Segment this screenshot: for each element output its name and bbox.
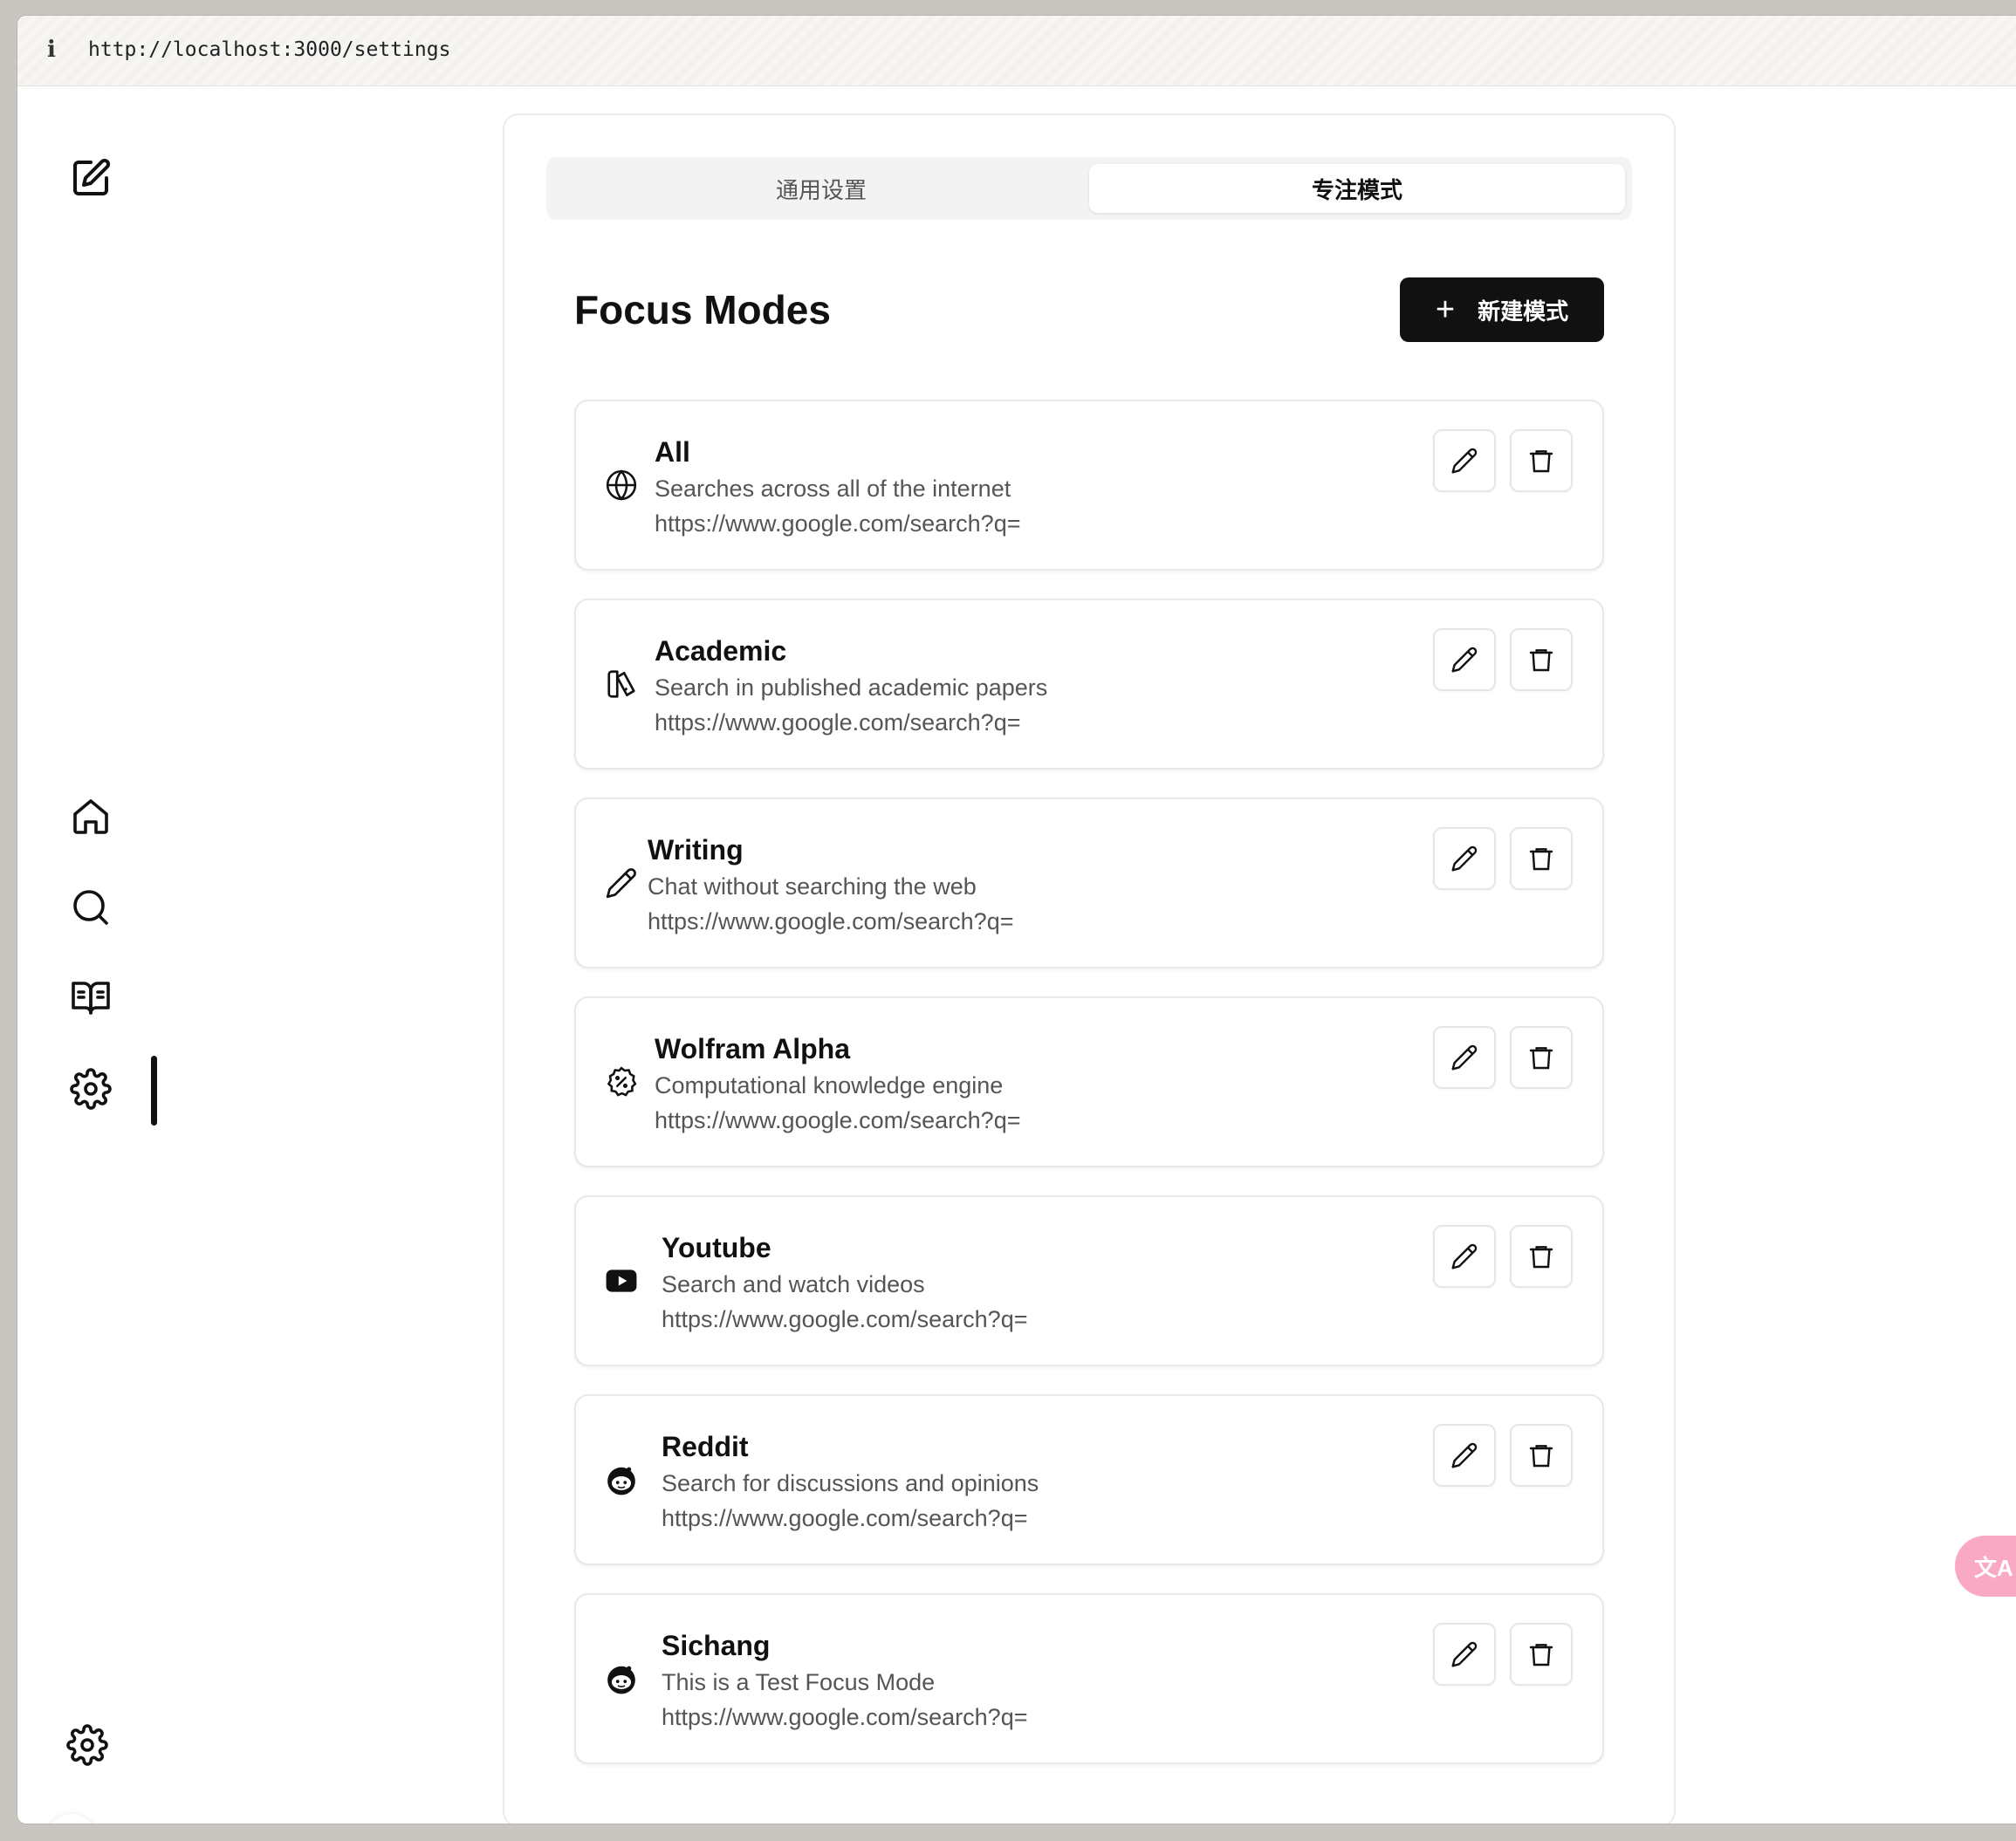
settings-panel: 通用设置 专注模式 Focus Modes + 新建模式 All Searche… <box>503 113 1676 1824</box>
mode-description: Searches across all of the internet <box>655 476 1011 502</box>
mode-description: This is a Test Focus Mode <box>662 1669 936 1695</box>
trash-icon <box>1529 1445 1553 1468</box>
edit-button[interactable] <box>1433 628 1496 691</box>
mode-description: Search in published academic papers <box>655 674 1048 701</box>
library-icon <box>72 982 110 1015</box>
focus-mode-card: Writing Chat without searching the web h… <box>574 797 1604 968</box>
search-icon <box>73 890 108 925</box>
globe-icon <box>604 468 639 503</box>
url-text[interactable]: http://localhost:3000/settings <box>88 38 450 61</box>
mode-name: Wolfram Alpha <box>655 1033 851 1064</box>
mode-name: Writing <box>648 834 744 866</box>
edit-button[interactable] <box>1433 827 1496 890</box>
edit-button[interactable] <box>1433 429 1496 492</box>
active-indicator <box>151 1056 157 1126</box>
edit-button[interactable] <box>1433 1623 1496 1686</box>
delete-button[interactable] <box>1510 1225 1573 1288</box>
trash-icon <box>1529 450 1553 473</box>
home-icon <box>73 799 108 834</box>
focus-mode-card: Youtube Search and watch videos https://… <box>574 1195 1604 1366</box>
edit-button[interactable] <box>1433 1026 1496 1089</box>
pencil-icon <box>1451 1243 1478 1270</box>
delete-button[interactable] <box>1510 628 1573 691</box>
trash-icon <box>1529 1644 1553 1666</box>
sidebar-item-search[interactable] <box>65 881 117 934</box>
pencil-icon <box>1451 1044 1478 1071</box>
focus-mode-card: Reddit Search for discussions and opinio… <box>574 1394 1604 1565</box>
delete-button[interactable] <box>1510 429 1573 492</box>
pencil-icon <box>1451 448 1478 474</box>
mode-description: Search for discussions and opinions <box>662 1470 1039 1496</box>
mode-url: https://www.google.com/search?q= <box>655 510 1021 537</box>
sidebar-item-home[interactable] <box>65 790 117 843</box>
mode-name: Sichang <box>662 1630 771 1661</box>
url-bar[interactable]: i http://localhost:3000/settings <box>17 16 2016 86</box>
mode-description: Computational knowledge engine <box>655 1072 1004 1098</box>
mode-name: Youtube <box>662 1232 771 1263</box>
focus-mode-card: Academic Search in published academic pa… <box>574 599 1604 770</box>
focus-mode-card: All Searches across all of the internet … <box>574 400 1604 571</box>
settings-icon[interactable] <box>66 1724 108 1766</box>
sidebar-item-settings[interactable] <box>65 1063 117 1115</box>
browser-window: i http://localhost:3000/settings 通用设置 专注… <box>17 16 2016 1824</box>
pencil-icon <box>604 866 639 900</box>
reddit-icon <box>604 1661 639 1696</box>
sidebar <box>17 86 192 1824</box>
youtube-icon <box>604 1263 639 1298</box>
mode-name: Reddit <box>662 1431 749 1462</box>
pencil-icon <box>1451 1641 1478 1667</box>
new-chat-icon <box>73 158 111 195</box>
mode-url: https://www.google.com/search?q= <box>655 1107 1021 1133</box>
trash-icon <box>1529 1047 1553 1070</box>
page-title: Focus Modes <box>574 287 831 332</box>
mode-url: https://www.google.com/search?q= <box>662 1505 1028 1531</box>
info-icon[interactable]: i <box>47 37 68 65</box>
mode-name: All <box>655 436 690 468</box>
edit-button[interactable] <box>1433 1424 1496 1487</box>
trash-icon <box>1529 1246 1553 1269</box>
settings-tabs: 通用设置 专注模式 <box>546 157 1632 220</box>
academic-icon <box>604 667 639 701</box>
new-chat-button[interactable] <box>65 152 117 204</box>
delete-button[interactable] <box>1510 1424 1573 1487</box>
settings-icon <box>70 1068 112 1110</box>
delete-button[interactable] <box>1510 827 1573 890</box>
mode-description: Search and watch videos <box>662 1271 925 1297</box>
pencil-icon <box>1451 1442 1478 1468</box>
pencil-icon <box>1451 845 1478 872</box>
delete-button[interactable] <box>1510 1026 1573 1089</box>
sidebar-item-library[interactable] <box>65 971 117 1023</box>
translate-icon: 文A <box>1974 1554 2013 1581</box>
mode-description: Chat without searching the web <box>648 873 977 900</box>
quick-action-button[interactable] <box>46 1814 97 1824</box>
translate-widget-button[interactable]: 文A <box>1955 1536 2016 1597</box>
focus-mode-card: Wolfram Alpha Computational knowledge en… <box>574 996 1604 1167</box>
percent-badge-icon <box>604 1064 639 1099</box>
trash-icon <box>1529 848 1553 871</box>
mode-url: https://www.google.com/search?q= <box>655 709 1021 736</box>
mode-name: Academic <box>655 635 787 667</box>
new-mode-button[interactable]: + 新建模式 <box>1400 277 1604 342</box>
new-mode-label: 新建模式 <box>1478 298 1569 325</box>
mode-url: https://www.google.com/search?q= <box>662 1704 1028 1730</box>
mode-url: https://www.google.com/search?q= <box>648 908 1014 934</box>
mode-url: https://www.google.com/search?q= <box>662 1306 1028 1332</box>
focus-mode-card: Sichang This is a Test Focus Mode https:… <box>574 1593 1604 1764</box>
reddit-icon <box>604 1462 639 1497</box>
trash-icon <box>1529 649 1553 672</box>
tab-general-settings[interactable]: 通用设置 <box>553 164 1089 213</box>
plus-icon: + <box>1435 291 1456 328</box>
edit-button[interactable] <box>1433 1225 1496 1288</box>
tab-focus-mode[interactable]: 专注模式 <box>1089 164 1625 213</box>
pencil-icon <box>1451 647 1478 673</box>
delete-button[interactable] <box>1510 1623 1573 1686</box>
